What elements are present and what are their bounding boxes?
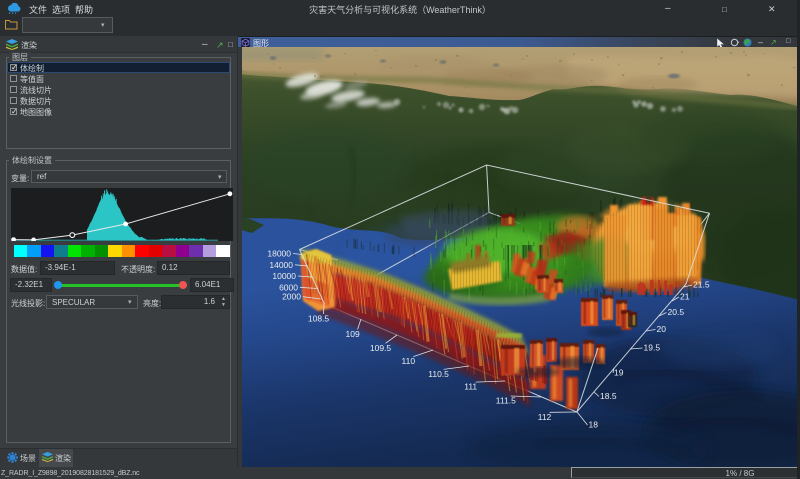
svg-text:110: 110 xyxy=(402,356,416,366)
svg-text:110.5: 110.5 xyxy=(428,369,449,379)
svg-text:20.5: 20.5 xyxy=(668,307,685,317)
svg-text:20: 20 xyxy=(657,324,667,334)
svg-text:108.5: 108.5 xyxy=(308,314,330,324)
svg-text:14000: 14000 xyxy=(269,260,293,270)
svg-text:21: 21 xyxy=(680,292,690,302)
svg-text:21.5: 21.5 xyxy=(693,280,710,290)
svg-text:19.5: 19.5 xyxy=(644,343,661,353)
svg-text:10000: 10000 xyxy=(272,271,296,281)
svg-text:18000: 18000 xyxy=(267,249,291,259)
svg-text:2000: 2000 xyxy=(282,292,301,302)
svg-text:18.5: 18.5 xyxy=(600,391,617,401)
svg-text:109: 109 xyxy=(346,329,360,339)
svg-text:19: 19 xyxy=(614,368,624,378)
svg-text:109.5: 109.5 xyxy=(370,343,392,353)
svg-text:111.5: 111.5 xyxy=(496,396,516,406)
svg-text:112: 112 xyxy=(538,412,552,422)
svg-text:18: 18 xyxy=(589,420,599,430)
svg-text:111: 111 xyxy=(464,382,477,392)
